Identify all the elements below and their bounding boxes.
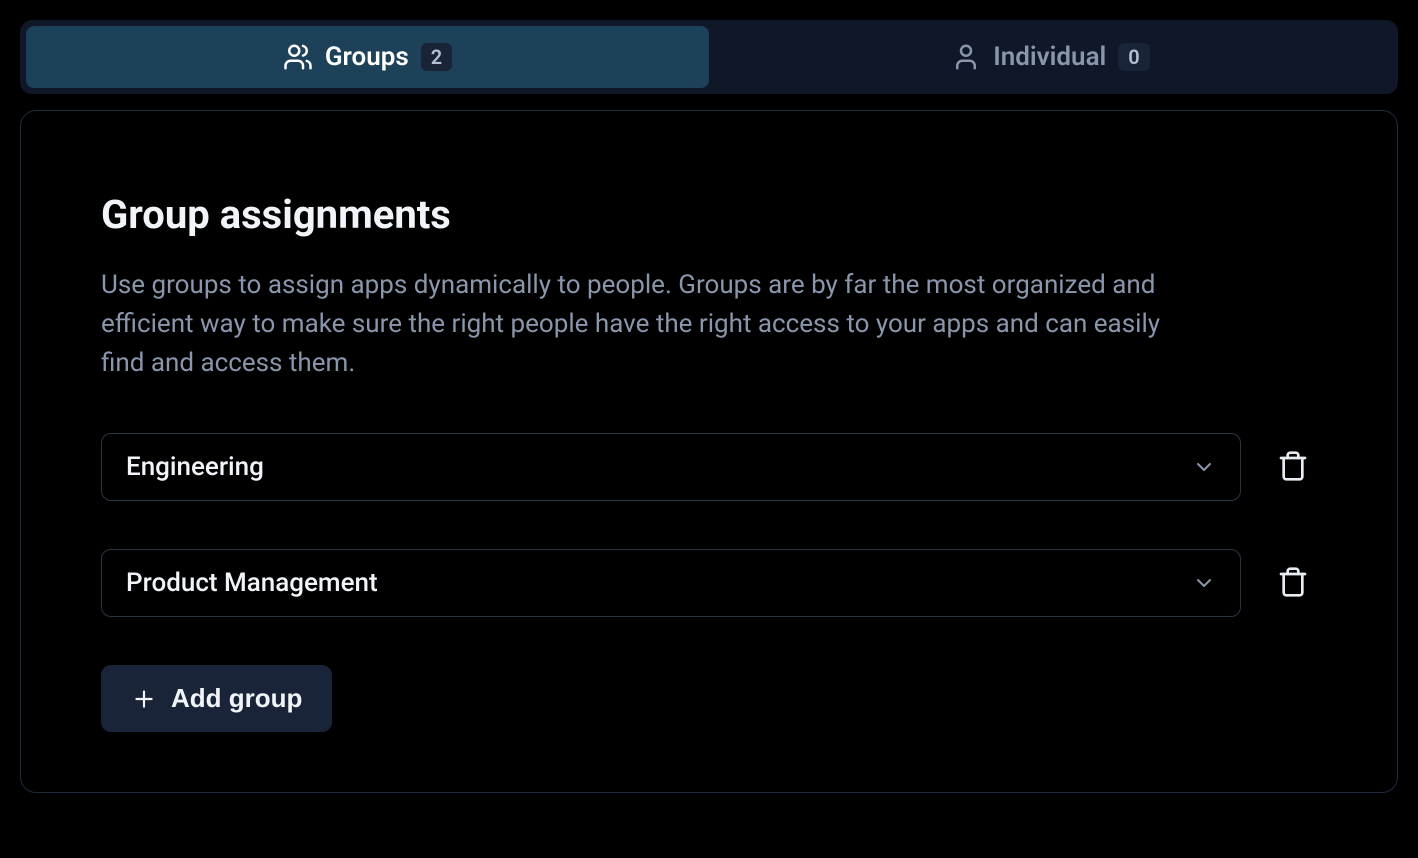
add-group-label: Add group — [171, 683, 302, 714]
plus-icon — [131, 686, 157, 712]
tab-individual[interactable]: Individual 0 — [709, 26, 1392, 88]
trash-icon — [1277, 450, 1309, 485]
tab-groups[interactable]: Groups 2 — [26, 26, 709, 88]
group-list: Engineering Product M — [101, 433, 1317, 617]
tab-groups-label: Groups — [325, 42, 409, 72]
group-select[interactable]: Engineering — [101, 433, 1241, 501]
tab-bar: Groups 2 Individual 0 — [20, 20, 1398, 94]
panel-title: Group assignments — [101, 191, 1317, 238]
group-row: Engineering — [101, 433, 1317, 501]
user-icon — [951, 42, 981, 72]
group-assignments-panel: Group assignments Use groups to assign a… — [20, 110, 1398, 793]
tab-groups-count: 2 — [421, 43, 452, 71]
group-row: Product Management — [101, 549, 1317, 617]
tab-individual-count: 0 — [1118, 43, 1149, 71]
chevron-down-icon — [1192, 455, 1216, 479]
chevron-down-icon — [1192, 571, 1216, 595]
delete-group-button[interactable] — [1269, 442, 1317, 493]
tab-individual-label: Individual — [993, 42, 1106, 72]
add-group-button[interactable]: Add group — [101, 665, 332, 732]
group-select-label: Engineering — [126, 452, 264, 482]
delete-group-button[interactable] — [1269, 558, 1317, 609]
users-icon — [283, 42, 313, 72]
trash-icon — [1277, 566, 1309, 601]
group-select[interactable]: Product Management — [101, 549, 1241, 617]
panel-description: Use groups to assign apps dynamically to… — [101, 266, 1201, 383]
group-select-label: Product Management — [126, 568, 378, 598]
